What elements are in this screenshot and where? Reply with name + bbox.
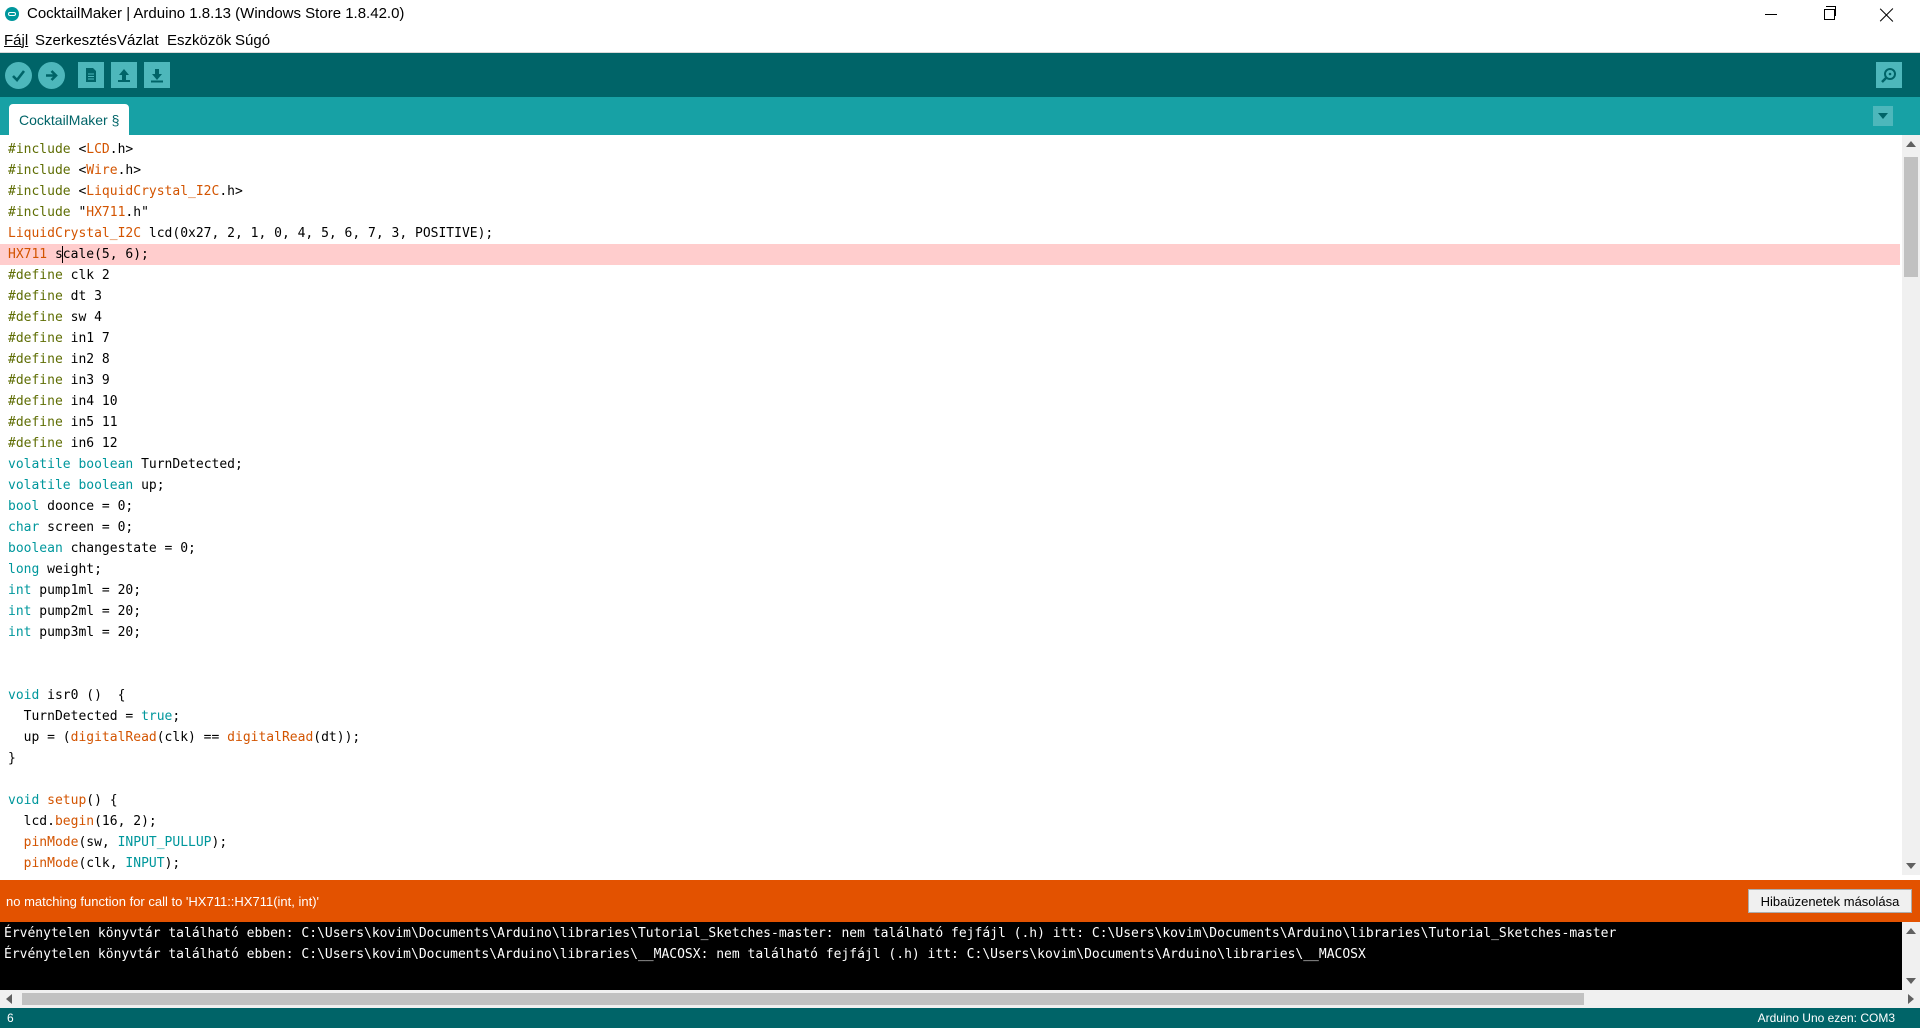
- console-vertical-scrollbar[interactable]: [1902, 922, 1920, 990]
- code-line[interactable]: boolean changestate = 0;: [8, 538, 196, 559]
- line-number: 6: [7, 1011, 14, 1025]
- code-line[interactable]: volatile boolean TurnDetected;: [8, 454, 243, 475]
- menu-edit[interactable]: Szerkesztés: [35, 32, 117, 49]
- code-editor[interactable]: #include <LCD.h> #include <Wire.h> #includ…: [0, 135, 1902, 875]
- scroll-right-icon[interactable]: [1908, 994, 1914, 1004]
- open-sketch-button[interactable]: [111, 62, 137, 88]
- console-line: Érvénytelen könyvtár található ebben: C:…: [4, 947, 1366, 962]
- code-line[interactable]: void setup() {: [8, 790, 118, 811]
- menu-help-label: Súgó: [235, 32, 271, 49]
- output-console[interactable]: Érvénytelen könyvtár található ebben: C:…: [0, 922, 1902, 990]
- menu-sketch[interactable]: Vázlat: [117, 32, 159, 49]
- code-line[interactable]: char screen = 0;: [8, 517, 133, 538]
- code-line[interactable]: int pump3ml = 20;: [8, 622, 141, 643]
- arduino-logo-icon: [5, 7, 19, 21]
- code-line[interactable]: #define in4 10: [8, 391, 118, 412]
- menu-file[interactable]: Fájl: [4, 32, 28, 49]
- menu-tools[interactable]: Eszközök: [167, 32, 231, 49]
- code-line[interactable]: void isr0 () {: [8, 685, 125, 706]
- close-button[interactable]: [1858, 0, 1916, 29]
- new-sketch-button[interactable]: [78, 62, 104, 88]
- minimize-icon: [1765, 14, 1777, 15]
- code-line[interactable]: #define in6 12: [8, 433, 118, 454]
- code-line[interactable]: volatile boolean up;: [8, 475, 165, 496]
- scroll-left-icon[interactable]: [6, 994, 12, 1004]
- board-port-info: Arduino Uno ezen: COM3: [1757, 1011, 1895, 1025]
- error-bar: no matching function for call to 'HX711:…: [0, 880, 1920, 922]
- code-line[interactable]: pinMode(clk, INPUT);: [8, 853, 181, 874]
- error-message: no matching function for call to 'HX711:…: [6, 894, 320, 909]
- code-line[interactable]: int pump1ml = 20;: [8, 580, 141, 601]
- code-line[interactable]: #include <Wire.h>: [8, 160, 141, 181]
- menu-edit-label: Szerkesztés: [35, 32, 117, 49]
- code-line[interactable]: #define dt 3: [8, 286, 102, 307]
- code-line[interactable]: #include "HX711.h": [8, 202, 149, 223]
- title-bar: CocktailMaker | Arduino 1.8.13 (Windows …: [0, 0, 1920, 29]
- restore-icon: [1823, 6, 1836, 20]
- console-horizontal-scrollbar[interactable]: [0, 990, 1920, 1008]
- code-line[interactable]: LiquidCrystal_I2C lcd(0x27, 2, 1, 0, 4, …: [8, 223, 493, 244]
- upload-icon: [46, 70, 58, 81]
- code-line[interactable]: bool doonce = 0;: [8, 496, 133, 517]
- minimize-button[interactable]: [1742, 0, 1800, 29]
- code-line[interactable]: long weight;: [8, 559, 102, 580]
- tab-cocktailmaker[interactable]: CocktailMaker §: [9, 104, 130, 135]
- chevron-down-icon: [1878, 113, 1888, 119]
- code-line[interactable]: #include <LCD.h>: [8, 139, 133, 160]
- code-line[interactable]: TurnDetected = true;: [8, 706, 181, 727]
- editor-vertical-scrollbar[interactable]: [1902, 135, 1920, 875]
- scroll-up-icon[interactable]: [1906, 928, 1916, 934]
- menu-bar: Fájl Szerkesztés Vázlat Eszközök Súgó: [0, 29, 1920, 53]
- window-title: CocktailMaker | Arduino 1.8.13 (Windows …: [27, 5, 405, 22]
- upload-button[interactable]: [38, 62, 65, 89]
- code-line[interactable]: lcd.begin(16, 2);: [8, 811, 157, 832]
- menu-tools-label: Eszközök: [167, 32, 232, 49]
- tab-bar: CocktailMaker §: [0, 97, 1920, 135]
- menu-help[interactable]: Súgó: [235, 32, 270, 49]
- code-line[interactable]: }: [8, 748, 16, 769]
- code-line[interactable]: #define in2 8: [8, 349, 110, 370]
- restore-button[interactable]: [1800, 0, 1858, 29]
- menu-file-label: Fájl: [4, 32, 29, 49]
- scroll-down-icon[interactable]: [1906, 978, 1916, 984]
- code-line[interactable]: #define clk 2: [8, 265, 110, 286]
- scroll-down-icon[interactable]: [1906, 863, 1916, 869]
- console-line: Érvénytelen könyvtár található ebben: C:…: [4, 926, 1617, 941]
- error-line-highlight: [0, 244, 1900, 265]
- verify-button[interactable]: [5, 62, 32, 89]
- new-icon: [86, 68, 96, 82]
- status-bar: 6 Arduino Uno ezen: COM3: [0, 1008, 1920, 1028]
- code-line[interactable]: #define in5 11: [8, 412, 118, 433]
- code-line[interactable]: HX711 scale(5, 6);: [8, 244, 149, 265]
- scroll-up-icon[interactable]: [1906, 141, 1916, 147]
- code-line[interactable]: #define sw 4: [8, 307, 102, 328]
- code-line[interactable]: int pump2ml = 20;: [8, 601, 141, 622]
- copy-error-messages-button[interactable]: Hibaüzenetek másolása: [1748, 889, 1912, 913]
- code-line[interactable]: #define in3 9: [8, 370, 110, 391]
- toolbar: [0, 53, 1920, 97]
- code-line[interactable]: #define in1 7: [8, 328, 110, 349]
- code-line[interactable]: pinMode(sw, INPUT_PULLUP);: [8, 832, 228, 853]
- console-scroll-thumb[interactable]: [22, 993, 1584, 1005]
- save-sketch-button[interactable]: [144, 62, 170, 88]
- serial-monitor-icon: [1881, 68, 1896, 83]
- tab-menu-button[interactable]: [1873, 106, 1893, 126]
- menu-sketch-label: Vázlat: [117, 32, 159, 49]
- code-line[interactable]: #include <LiquidCrystal_I2C.h>: [8, 181, 243, 202]
- save-icon: [151, 69, 163, 83]
- verify-icon: [12, 70, 26, 82]
- editor-scroll-thumb[interactable]: [1904, 157, 1918, 277]
- tab-label: CocktailMaker §: [19, 111, 120, 128]
- serial-monitor-button[interactable]: [1876, 62, 1902, 88]
- code-line[interactable]: up = (digitalRead(clk) == digitalRead(dt…: [8, 727, 361, 748]
- open-icon: [118, 69, 130, 82]
- close-icon: [1880, 8, 1894, 22]
